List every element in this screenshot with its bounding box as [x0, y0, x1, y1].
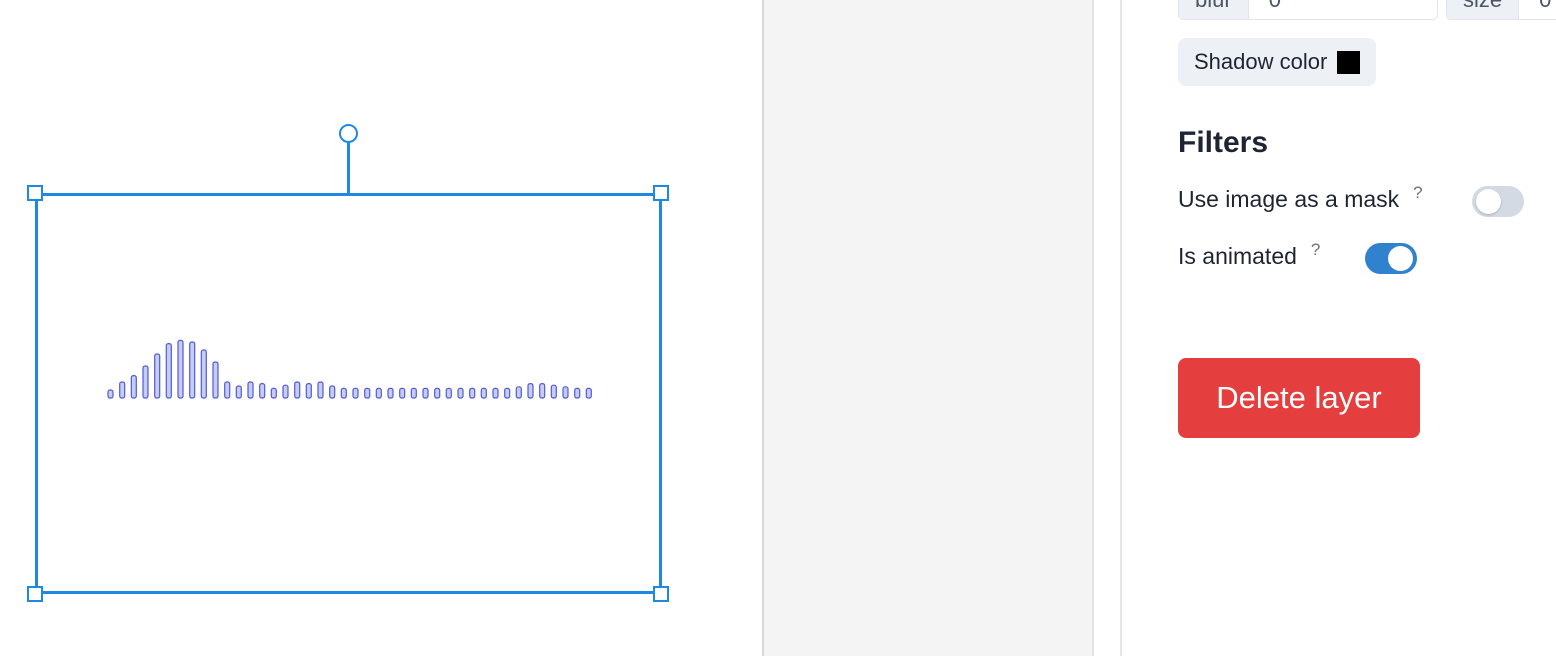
waveform-bar [504, 387, 511, 399]
animated-label: Is animated [1178, 243, 1297, 269]
waveform-bar [212, 361, 219, 399]
waveform-bar [480, 387, 487, 399]
waveform-bar [340, 387, 347, 399]
waveform-bar [130, 374, 137, 399]
waveform-bar [434, 387, 441, 399]
waveform-bar [492, 387, 499, 399]
blur-field-input[interactable]: 0 [1249, 0, 1301, 19]
waveform-bar [224, 381, 231, 399]
panel-gutter [1094, 0, 1120, 656]
properties-panel: blur 0 size 0 Shadow color Filters Use i… [1122, 0, 1556, 656]
waveform-bar [469, 387, 476, 399]
waveform-bar [142, 365, 149, 399]
waveform-bar [539, 382, 546, 399]
waveform-bar [585, 387, 592, 399]
waveform-bar [200, 349, 207, 399]
shadow-color-button[interactable]: Shadow color [1178, 38, 1377, 86]
delete-layer-button[interactable]: Delete layer [1178, 358, 1420, 438]
waveform-bar [189, 341, 196, 399]
waveform-bar [177, 339, 184, 399]
waveform-bar [457, 387, 464, 399]
waveform-bar [165, 343, 172, 399]
waveform-bar [527, 382, 534, 399]
waveform-bar [247, 381, 254, 399]
waveform-bar [515, 386, 522, 399]
waveform-bar [270, 387, 277, 399]
animated-help-icon[interactable]: ? [1311, 240, 1320, 260]
waveform-bar [329, 385, 336, 399]
resize-handle-bottom-left[interactable] [27, 586, 43, 602]
shadow-color-label: Shadow color [1194, 49, 1328, 74]
resize-handle-top-right[interactable] [653, 185, 669, 201]
waveform-bar [422, 387, 429, 399]
waveform-bar [259, 382, 266, 399]
mask-row: Use image as a mask ? [1178, 183, 1423, 213]
size-field-input[interactable]: 0 [1519, 0, 1556, 19]
waveform-bar [410, 387, 417, 399]
waveform-bar [235, 385, 242, 399]
mask-help-icon[interactable]: ? [1413, 183, 1422, 203]
size-field-label: size [1447, 0, 1520, 19]
resize-handle-top-left[interactable] [27, 185, 43, 201]
waveform-bar [107, 389, 114, 399]
waveform-layer[interactable] [100, 330, 600, 420]
rotation-handle-stem [347, 142, 350, 194]
animated-toggle-knob [1388, 246, 1413, 271]
canvas-area[interactable] [0, 0, 762, 656]
mask-label: Use image as a mask [1178, 186, 1400, 212]
waveform-bar [387, 387, 394, 399]
waveform-bar [119, 381, 126, 399]
shadow-color-swatch [1337, 50, 1361, 74]
size-field[interactable]: size 0 [1446, 0, 1556, 20]
waveform-bar [352, 387, 359, 399]
waveform-bar [305, 382, 312, 399]
waveform-bar [294, 381, 301, 399]
blur-field-label: blur [1179, 0, 1249, 19]
filters-heading: Filters [1178, 126, 1269, 159]
waveform-bar [574, 387, 581, 399]
animated-toggle[interactable] [1365, 243, 1417, 274]
waveform-bar [375, 387, 382, 399]
resize-handle-bottom-right[interactable] [653, 586, 669, 602]
rotation-handle[interactable] [339, 124, 358, 143]
waveform-bar [562, 386, 569, 399]
waveform-bar [282, 384, 289, 399]
waveform-bar [399, 387, 406, 399]
waveform-bar [364, 387, 371, 399]
workspace-background [764, 0, 1092, 656]
waveform-bar [550, 384, 557, 399]
waveform-bar [445, 387, 452, 399]
waveform-bar [154, 353, 161, 399]
waveform-bar [317, 381, 324, 399]
blur-field[interactable]: blur 0 [1178, 0, 1438, 20]
animated-row: Is animated ? [1178, 240, 1320, 270]
mask-toggle-knob [1476, 189, 1501, 214]
mask-toggle[interactable] [1472, 186, 1524, 217]
